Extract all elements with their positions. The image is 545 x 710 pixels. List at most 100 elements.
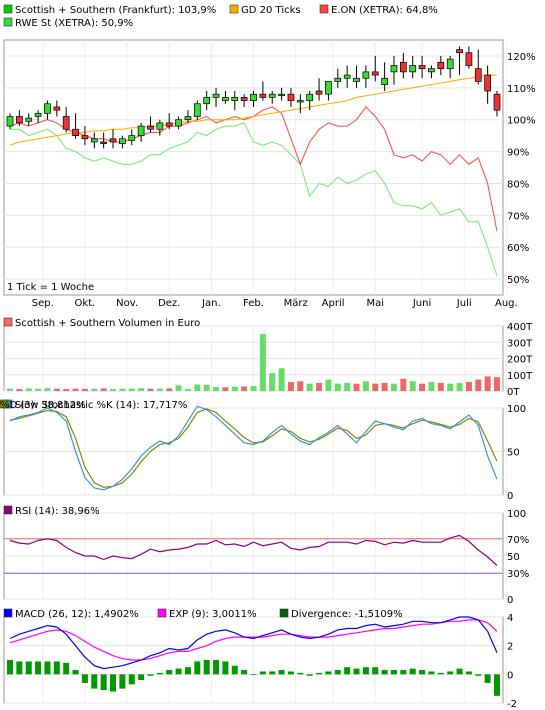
volume-bar	[7, 388, 13, 391]
volume-bar	[390, 383, 397, 391]
divergence-bar	[400, 670, 407, 675]
candle-body	[446, 58, 454, 70]
volume-bar	[138, 388, 145, 391]
y-tick-label: 2	[507, 642, 513, 653]
y-tick-label: 0	[507, 595, 513, 606]
y-tick-label: 50	[507, 552, 520, 563]
divergence-bar	[325, 671, 332, 675]
divergence-bar	[353, 668, 360, 675]
divergence-bar	[259, 671, 266, 675]
x-tick-label: Mai	[366, 298, 384, 309]
candle-body	[362, 71, 370, 79]
candle-body	[381, 77, 388, 85]
divergence-bar	[119, 674, 126, 689]
y-tick-label: 50	[507, 448, 520, 459]
candle-body	[147, 125, 154, 130]
legend-label: E.ON (XETRA): 64,8%	[331, 5, 438, 16]
candle-body	[175, 119, 182, 127]
candle-body	[231, 97, 239, 101]
x-tick-label: Juni	[412, 298, 431, 309]
volume-bar	[25, 388, 32, 391]
divergence-bar	[334, 670, 341, 675]
legend-label: Scottish + Southern (Frankfurt): 103,9%	[15, 5, 216, 16]
divergence-bar	[100, 674, 107, 691]
divergence-bar	[241, 670, 248, 675]
divergence-bar	[194, 661, 201, 675]
candle-body	[371, 71, 379, 76]
volume-bar	[428, 382, 435, 391]
candle-body	[184, 116, 192, 121]
volume-bar	[222, 387, 229, 391]
volume-bar	[194, 384, 201, 391]
divergence-bar	[306, 674, 313, 676]
candle-body	[53, 106, 61, 111]
volume-bar	[437, 382, 444, 391]
volume-bar	[400, 378, 407, 391]
divergence-bar	[213, 660, 220, 675]
x-tick-label: Sep.	[32, 298, 54, 309]
candle-body	[109, 138, 117, 143]
volume-bar	[447, 383, 454, 391]
y-tick-label: 0	[507, 491, 513, 502]
divergence-bar	[269, 671, 276, 675]
y-tick-label: 120%	[507, 52, 536, 63]
candle-body	[465, 52, 473, 66]
volume-bar	[184, 388, 191, 391]
divergence-bar	[166, 670, 173, 675]
y-tick-label: 70%	[507, 211, 529, 222]
divergence-bar	[297, 672, 304, 675]
candle-body	[100, 141, 108, 144]
volume-bar	[325, 379, 332, 391]
y-tick-label: 90%	[507, 148, 529, 159]
y-tick-label: 0T	[507, 387, 520, 398]
volume-bar	[334, 383, 341, 391]
divergence-bar	[7, 660, 13, 675]
candle-body	[119, 138, 126, 144]
candle-body	[44, 103, 51, 114]
volume-bar	[409, 381, 416, 391]
x-tick-label: Aug.	[495, 298, 518, 309]
legend-label: Scottish + Southern Volumen in Euro	[15, 318, 200, 329]
x-tick-label: April	[322, 298, 345, 309]
volume-bar	[250, 386, 257, 391]
candle-body	[250, 93, 257, 101]
candle-body	[81, 135, 89, 140]
divergence-bar	[16, 661, 23, 675]
candle-body	[343, 74, 351, 79]
volume-bar	[475, 379, 482, 391]
volume-bar	[316, 382, 323, 391]
legend-label: GD 20 Ticks	[241, 5, 301, 16]
x-tick-label: Jan.	[201, 298, 221, 309]
divergence-bar	[456, 668, 463, 675]
volume-bar	[213, 386, 220, 391]
divergence-bar	[278, 670, 285, 675]
volume-bar	[110, 389, 117, 391]
legend-swatch	[3, 505, 13, 515]
candle-body	[203, 97, 211, 105]
candle-body	[222, 97, 229, 101]
candle-body	[193, 103, 201, 117]
legend-swatch	[229, 4, 239, 14]
candle-body	[306, 93, 314, 101]
legend-swatch	[3, 608, 13, 618]
legend-swatch	[319, 4, 329, 14]
legend-label: %D (3): 38,812%	[0, 400, 86, 411]
volume-bar	[119, 388, 126, 391]
legend-swatch	[279, 608, 289, 618]
divergence-bar	[110, 674, 117, 692]
volume-bar	[231, 386, 238, 391]
divergence-bar	[287, 671, 294, 675]
divergence-bar	[91, 674, 98, 689]
divergence-bar	[25, 661, 32, 675]
candle-body	[240, 97, 248, 101]
volume-bar	[344, 382, 351, 391]
legend-label: MACD (26, 12): 1,4902%	[15, 609, 139, 620]
divergence-bar	[447, 671, 454, 675]
candle-body	[128, 135, 136, 141]
divergence-bar	[222, 661, 229, 675]
x-tick-label: Feb.	[243, 298, 264, 309]
tick-note: 1 Tick = 1 Woche	[7, 282, 94, 293]
candle-body	[428, 68, 435, 73]
volume-bar	[100, 388, 107, 391]
volume-bar	[297, 381, 304, 391]
